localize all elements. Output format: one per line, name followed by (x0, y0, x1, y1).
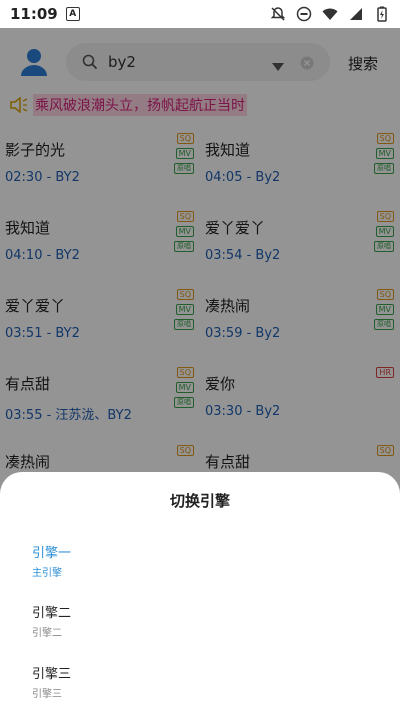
signal-icon (348, 6, 364, 22)
status-time: 11:09 (10, 5, 58, 23)
status-bar: 11:09 A (0, 0, 400, 28)
engine-option-2[interactable]: 引擎二 引擎二 (32, 602, 71, 639)
engine-subtitle: 主引擎 (32, 568, 62, 579)
sheet-title: 切换引擎 (169, 492, 230, 510)
wifi-icon (322, 6, 338, 22)
engine-name: 引擎三 (32, 667, 72, 682)
do-not-disturb-icon (296, 6, 312, 22)
app-notification-icon: A (65, 7, 80, 21)
engine-subtitle: 引擎三 (32, 689, 62, 700)
engine-option-1[interactable]: 引擎一 主引擎 (32, 542, 71, 579)
engine-name: 引擎一 (32, 546, 72, 561)
notifications-off-icon (270, 6, 286, 22)
engine-switch-sheet: 切换引擎 引擎一 主引擎 引擎二 引擎二 引擎三 引擎三 (0, 472, 400, 710)
battery-charging-icon (374, 6, 390, 22)
engine-option-3[interactable]: 引擎三 引擎三 (32, 663, 71, 700)
engine-subtitle: 引擎二 (32, 628, 62, 639)
engine-name: 引擎二 (32, 606, 72, 621)
